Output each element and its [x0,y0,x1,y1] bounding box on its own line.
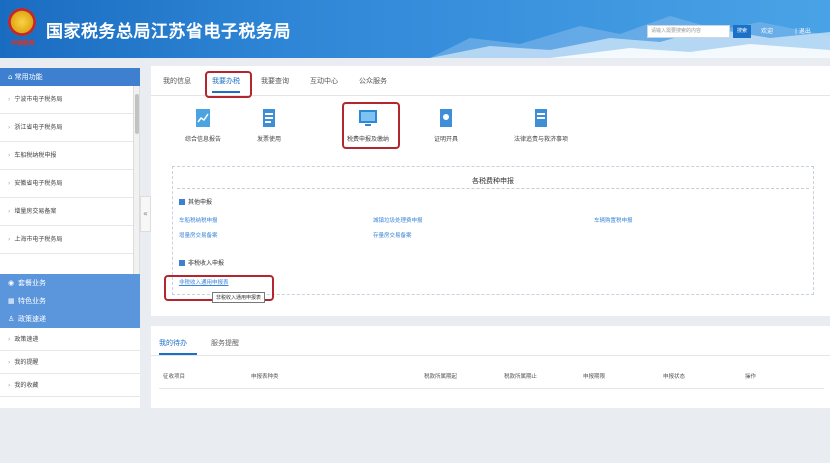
group-other: 其他申报 [179,197,212,206]
tab-query[interactable]: 我要查询 [261,76,289,86]
package-icon: ◉ [8,279,15,287]
welcome-text: 欢迎 [761,28,774,35]
col-header: 申报状态 [663,374,686,380]
link-vehicle-purchase[interactable]: 车辆购置税申报 [594,216,633,224]
highlight-box [205,71,252,98]
sidebar-item[interactable]: 安徽省电子税务局 [0,170,139,198]
sidebar-item[interactable]: 政策速递 [0,328,140,351]
tool-info-report[interactable]: 综合信息报告 [173,108,233,143]
sidebar-lower: 政策速递 我的提醒 我的收藏 [0,328,140,397]
tab-service-reminder[interactable]: 服务提醒 [211,338,239,348]
sidebar-head[interactable]: ⌂ 常用功能 [0,68,140,86]
sidebar-item[interactable]: 宁波市电子税务局 [0,86,139,114]
site-title: 国家税务总局江苏省电子税务局 [46,22,291,42]
sidebar-item-policy[interactable]: ♙ 政策速递 [0,310,140,328]
col-header: 操作 [745,374,757,380]
divider [177,188,809,189]
col-header: 申报表种类 [251,374,279,380]
tab-bar: 我的信息 我要办税 我要查询 互动中心 公众服务 [151,66,830,96]
doc-icon [179,260,185,266]
sidebar-item[interactable]: 我的提醒 [0,351,140,374]
link-vehicle-tax[interactable]: 车船税纳税申报 [179,216,218,224]
invoice-icon [263,109,275,127]
footer [0,410,830,463]
legal-doc-icon [535,109,547,127]
col-header: 征收项目 [163,374,186,380]
certificate-icon [440,109,452,127]
grid-icon [179,199,185,205]
divider [151,355,830,356]
sidebar-item[interactable]: 我的收藏 [0,374,140,397]
collapse-sidebar-button[interactable]: « [140,196,151,232]
emblem-text: 中国税务 [10,40,35,47]
link-stock-house[interactable]: 存量房交易备案 [373,231,412,239]
tab-public-service[interactable]: 公众服务 [359,76,387,86]
tab-interaction[interactable]: 互动中心 [310,76,338,86]
search-input[interactable]: 请输入需要搜索的内容 [647,25,730,38]
sidebar: ⌂ 常用功能 宁波市电子税务局 浙江省电子税务局 车船税纳税申报 安徽省电子税务… [0,68,140,408]
tab-my-info[interactable]: 我的信息 [163,76,191,86]
col-header: 税款所属期止 [504,374,538,380]
divider [159,388,824,389]
chart-doc-icon [196,109,210,127]
link-garbage-fee[interactable]: 城镇垃圾处理费申报 [373,216,423,224]
group-nontax: 非税收入申报 [179,258,224,267]
sidebar-item-package[interactable]: ◉ 套餐业务 [0,274,140,292]
tool-certificate[interactable]: 证明开具 [426,108,466,143]
scroll-thumb[interactable] [135,94,139,134]
grid-icon: ▦ [8,297,15,305]
sidebar-item[interactable]: 车船税纳税申报 [0,142,139,170]
col-header: 税款所属期起 [424,374,458,380]
link-incremental-house[interactable]: 增量房交易备案 [179,231,218,239]
tooltip: 非税收入通用申报表 [212,292,266,303]
sidebar-item[interactable]: 上海市电子税务局 [0,226,139,254]
sidebar-blue-section: ◉ 套餐业务 ▦ 特色业务 ♙ 政策速递 [0,274,140,328]
tool-legal[interactable]: 法律追责与救济事项 [496,108,586,143]
sidebar-item[interactable]: 浙江省电子税务局 [0,114,139,142]
panel-title: 各税费种申报 [472,177,514,185]
sidebar-scrollbar[interactable] [133,86,139,274]
tool-invoice[interactable]: 发票使用 [249,108,289,143]
logout-link[interactable]: | 退出 [795,25,811,38]
home-icon: ⌂ [8,73,15,81]
sidebar-item[interactable]: 增量房交易备案 [0,198,139,226]
todo-panel: 我的待办 服务提醒 征收项目 申报表种类 税款所属期起 税款所属期止 申报期限 … [151,326,830,408]
header: 中国税务 国家税务总局江苏省电子税务局 请输入需要搜索的内容 搜索 欢迎 | 退… [0,0,830,58]
highlight-box [342,102,400,149]
sidebar-item-special[interactable]: ▦ 特色业务 [0,292,140,310]
user-icon: ♙ [8,315,15,323]
col-header: 申报期限 [583,374,606,380]
sidebar-list: 宁波市电子税务局 浙江省电子税务局 车船税纳税申报 安徽省电子税务局 增量房交易… [0,86,140,274]
tab-my-todo[interactable]: 我的待办 [159,338,187,348]
tax-emblem-icon [8,8,36,36]
search-button[interactable]: 搜索 [733,25,751,38]
